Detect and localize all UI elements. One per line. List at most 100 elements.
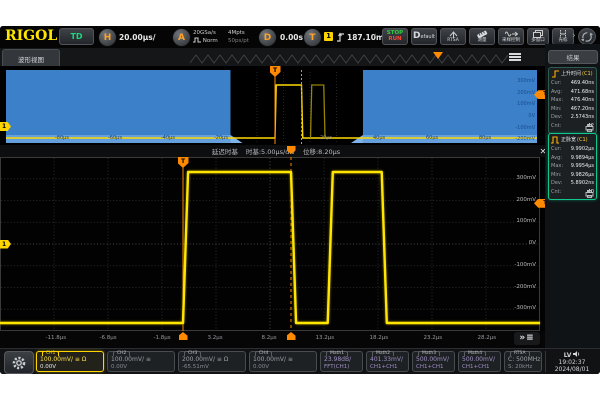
card-offset: FFT(CH1) (324, 365, 359, 371)
measurement-stat-value: 5.8902ns (571, 179, 594, 188)
channel-card-ch4[interactable]: CH4100.00mV/ ≡0.00V (249, 351, 317, 372)
measurement-stat-value: 9.9894μs (571, 154, 594, 163)
printer-icon[interactable] (585, 190, 594, 198)
rise-time-icon (551, 69, 560, 78)
measurement-stat-value: 2.5743ns (571, 113, 594, 122)
zoom-offset: 位移:8.20μs (303, 146, 340, 156)
card-tab-label: CH1 (42, 351, 59, 356)
rtsa-button[interactable]: RTSA (440, 28, 466, 45)
trigger-source-badge[interactable]: 1 (324, 32, 333, 41)
measurement-row: Min:467.20ns (551, 105, 594, 114)
zoom-x-axis-label: -11.8μs (46, 335, 67, 341)
math-card-math1[interactable]: Math123.98dB/FFT(CH1) (320, 351, 363, 372)
main-x-axis-label: 20μs (320, 135, 332, 141)
status-date: 2024/08/01 (555, 366, 590, 373)
measure-label: 测量 (478, 39, 487, 44)
horizontal-scale[interactable]: 20.00μs/ (119, 33, 155, 42)
zoom-y-axis-label: 0V (504, 240, 536, 246)
card-scale: 100.00mV/ ≡ Ω (40, 357, 100, 363)
card-offset: CH1+CH1 (370, 365, 405, 371)
stop-run-button[interactable]: STOP RUN (382, 28, 408, 45)
zoom-waveform-view[interactable]: 300mV200mV100mV0V-100mV-200mV-300mVTT1 (0, 157, 552, 331)
rtsa-label: RTSA (447, 39, 459, 44)
tab-waveform-view[interactable]: 波形视图 (2, 49, 60, 67)
channel-card-ch1[interactable]: CH1100.00mV/ ≡ Ω 0.00V (36, 351, 104, 372)
measurement-stat-value: 9.9902μs (571, 145, 594, 154)
waveform-arrow-icon (505, 30, 518, 38)
status-badge: LV (564, 352, 572, 359)
math-card-math4[interactable]: Math4500.00mV/CH1+CH1 (458, 351, 501, 372)
zoom-view-canvas (0, 157, 552, 331)
zoom-y-axis-label: -300mV (504, 305, 536, 311)
card-scale: C: 500MHz (508, 357, 538, 363)
run-label: RUN (388, 37, 401, 43)
main-waveform-view[interactable]: -80μs-60μs-40μs-20μs20μs40μs60μs80μs300m… (0, 66, 545, 146)
main-y-axis-label: 200mV (505, 90, 535, 96)
measurement-row: Max:9.9954μs (551, 162, 594, 171)
zoom-x-axis-label: 3.2μs (208, 335, 223, 341)
memory-depth: 4Mpts (228, 30, 245, 36)
toolbar-nav-left[interactable]: ‹ (373, 31, 377, 41)
results-header[interactable]: 结果 (548, 50, 598, 64)
settings-button[interactable] (4, 351, 34, 374)
horizontal-knob[interactable]: H (98, 28, 117, 47)
memory-depth-block[interactable]: 4Mpts 50ps/pt (228, 29, 249, 45)
antenna-icon (448, 30, 459, 38)
trigger-knob[interactable]: T (303, 28, 322, 47)
measurement-card-header: 上升时间(C1) (551, 69, 594, 78)
screenshot-frame: RIGOL TD H 20.00μs/ A 20GSa/s Norm 4Mpts… (0, 0, 600, 400)
sample-rate-block[interactable]: 20GSa/s Norm (193, 29, 218, 45)
rtsa-card[interactable]: RTSAC: 500MHzS: 20kHz (504, 351, 542, 372)
measurement-card[interactable]: 上升时间(C1)Cur:469.40nsAvg:471.68nsMax:476.… (548, 67, 597, 134)
math-card-math3[interactable]: Math3500.00mV/CH1+CH1 (412, 351, 455, 372)
speaker-icon (573, 351, 580, 357)
menu-hamburger-icon[interactable] (509, 53, 521, 61)
sample-control-button[interactable]: 采样控制 (498, 28, 524, 45)
cursor-line-handle-icon (287, 332, 296, 340)
sample-rate: 20GSa/s (193, 30, 216, 36)
acquire-knob[interactable]: A (172, 28, 191, 47)
measurement-stat-label: Dev: (551, 179, 562, 188)
zoom-x-axis-label: 18.2μs (370, 335, 389, 341)
multi-window-button[interactable]: 多窗口 (527, 28, 549, 45)
channel-card-ch3[interactable]: CH3200.00mV/ ≡ Ω-65.51mV (178, 351, 246, 372)
trigger-line-handle-icon (179, 332, 188, 340)
measurement-channel: (C1) (577, 137, 588, 143)
main-y-axis-label: -200mV (505, 136, 535, 142)
default-button[interactable]: Default (411, 28, 437, 45)
delay-knob[interactable]: D (258, 28, 277, 47)
sample-control-label: 采样控制 (502, 39, 520, 44)
main-x-axis-label: 40μs (373, 135, 385, 141)
measurement-card-header: 正脉宽(C1) (551, 135, 594, 144)
measurement-stat-label: Dev: (551, 113, 562, 122)
measurement-stat-label: Avg: (551, 88, 562, 97)
toolbar-nav-right[interactable]: › (572, 31, 576, 41)
card-scale: 23.98dB/ (324, 357, 359, 363)
card-tab-label: RTSA (510, 351, 530, 356)
cursor-button[interactable]: 光标 (552, 28, 574, 45)
card-offset: 0.00V (111, 365, 171, 371)
main-x-axis-label: -40μs (161, 135, 175, 141)
waveform-menu-expand-icon[interactable]: »≡ (514, 332, 540, 345)
measurement-channel: (C1) (582, 71, 593, 77)
printer-icon[interactable] (585, 124, 594, 132)
cursor-lines-icon (558, 30, 568, 38)
zoom-x-axis-label: 23.2μs (424, 335, 443, 341)
measure-button[interactable]: 测量 (469, 28, 495, 45)
main-view-canvas (0, 66, 545, 146)
zoom-title: 延迟时基 (212, 146, 238, 156)
card-offset: 0.00V (40, 365, 100, 371)
channel-card-ch2[interactable]: CH2100.00mV/ ≡0.00V (107, 351, 175, 372)
sync-button[interactable] (578, 28, 596, 45)
measurement-card[interactable]: 正脉宽(C1)Cur:9.9902μsAvg:9.9894μsMax:9.995… (548, 133, 597, 200)
zoom-x-axis-label: 28.2μs (478, 335, 497, 341)
card-tab-label: Math2 (372, 351, 394, 356)
zoom-x-axis-label: -6.8μs (100, 335, 117, 341)
card-offset: -65.51mV (182, 365, 242, 371)
zoom-x-axis-label: -1.8μs (154, 335, 171, 341)
horizontal-offset[interactable]: 0.00s (280, 33, 303, 42)
measurement-stat-label: Avg: (551, 154, 562, 163)
card-scale: 500.00mV/ (462, 357, 497, 363)
main-x-axis-label: -60μs (108, 135, 122, 141)
math-card-math2[interactable]: Math2401.33mV/CH1+CH1 (366, 351, 409, 372)
